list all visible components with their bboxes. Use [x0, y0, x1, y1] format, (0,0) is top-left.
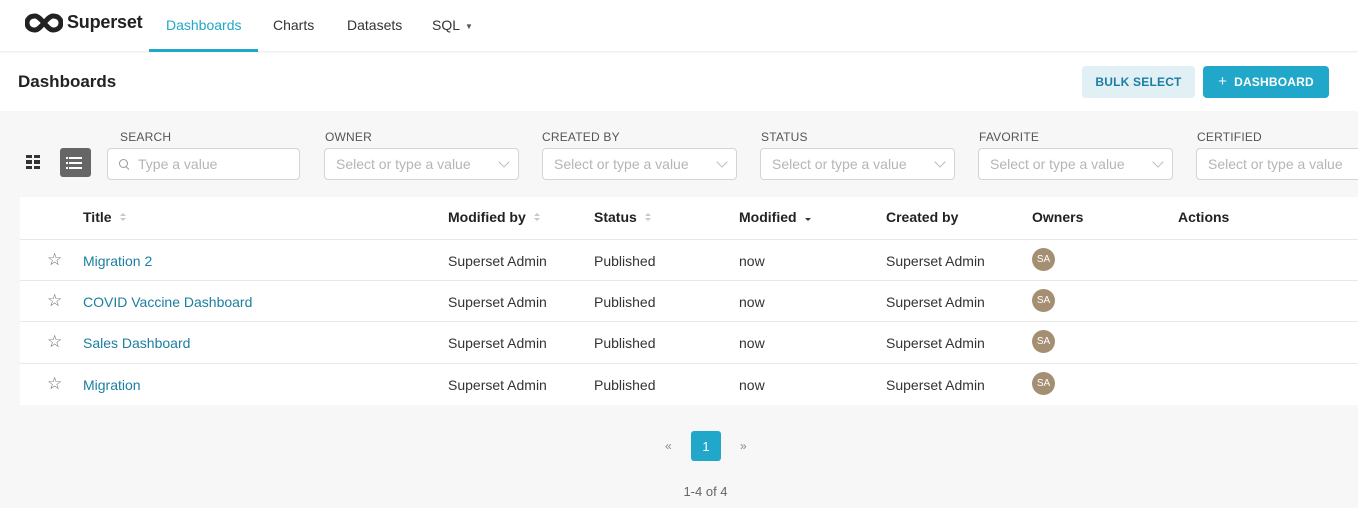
modified-by-cell: Superset Admin [448, 335, 547, 351]
col-actions: Actions [1178, 209, 1229, 225]
favorite-select[interactable]: Select or type a value [978, 148, 1173, 180]
favorite-star-icon[interactable]: ☆ [47, 251, 62, 268]
certified-placeholder: Select or type a value [1208, 156, 1343, 172]
favorite-filter-label: FAVORITE [979, 130, 1040, 144]
nav-datasets[interactable]: Datasets [347, 17, 402, 33]
created-by-filter-label: CREATED BY [542, 130, 620, 144]
caret-down-icon: ▼ [465, 21, 473, 31]
nav-charts[interactable]: Charts [273, 17, 314, 33]
status-cell: Published [594, 377, 656, 393]
chevron-down-icon [1152, 156, 1164, 168]
sort-icon [533, 212, 540, 222]
status-cell: Published [594, 253, 656, 269]
page-title: Dashboards [18, 72, 117, 91]
pagination-prev[interactable]: « [665, 439, 672, 453]
table-row: ☆ COVID Vaccine Dashboard Superset Admin… [20, 280, 1358, 321]
col-created-by: Created by [886, 209, 958, 225]
modified-cell: now [739, 377, 765, 393]
chevron-down-icon [716, 156, 728, 168]
favorite-placeholder: Select or type a value [990, 156, 1125, 172]
owner-avatar[interactable]: SA [1032, 248, 1055, 271]
status-cell: Published [594, 335, 656, 351]
sort-desc-icon [804, 212, 811, 222]
table-row: ☆ Sales Dashboard Superset Admin Publish… [20, 321, 1358, 362]
created-by-cell: Superset Admin [886, 253, 985, 269]
superset-logo-icon [25, 12, 63, 33]
dashboard-title-link[interactable]: Migration [83, 377, 141, 393]
status-cell: Published [594, 294, 656, 310]
col-modified[interactable]: Modified [739, 209, 811, 225]
created-by-cell: Superset Admin [886, 377, 985, 393]
search-placeholder: Type a value [138, 156, 218, 172]
nav-sql-label: SQL [432, 17, 461, 33]
top-navbar: Superset Dashboards Charts Datasets SQL ▼ [0, 0, 1358, 52]
col-created-by-label: Created by [886, 209, 959, 225]
favorite-star-icon[interactable]: ☆ [47, 375, 62, 392]
plus-icon: + [1218, 72, 1228, 90]
owner-avatar[interactable]: SA [1032, 330, 1055, 353]
created-by-cell: Superset Admin [886, 294, 985, 310]
table-row: ☆ Migration Superset Admin Published now… [20, 363, 1358, 404]
superset-logo[interactable]: Superset [25, 12, 143, 33]
chevron-down-icon [498, 156, 510, 168]
modified-by-cell: Superset Admin [448, 253, 547, 269]
table-row: ☆ Migration 2 Superset Admin Published n… [20, 239, 1358, 280]
modified-by-cell: Superset Admin [448, 377, 547, 393]
col-owners: Owners [1032, 209, 1083, 225]
status-select[interactable]: Select or type a value [760, 148, 955, 180]
col-status[interactable]: Status [594, 209, 651, 225]
modified-cell: now [739, 335, 765, 351]
dashboard-title-link[interactable]: Migration 2 [83, 253, 152, 269]
owner-avatar[interactable]: SA [1032, 289, 1055, 312]
owner-select[interactable]: Select or type a value [324, 148, 519, 180]
sort-icon [644, 212, 651, 222]
search-icon [119, 158, 130, 170]
card-view-icon[interactable] [26, 155, 40, 169]
brand-name: Superset [67, 12, 143, 32]
certified-select[interactable]: Select or type a value [1196, 148, 1358, 180]
owner-placeholder: Select or type a value [336, 156, 471, 172]
nav-dashboards[interactable]: Dashboards [166, 17, 242, 33]
col-actions-label: Actions [1178, 209, 1230, 225]
status-filter-label: STATUS [761, 130, 808, 144]
created-by-placeholder: Select or type a value [554, 156, 689, 172]
dashboard-title-link[interactable]: Sales Dashboard [83, 335, 190, 351]
created-by-select[interactable]: Select or type a value [542, 148, 737, 180]
col-modified-label: Modified [739, 209, 797, 225]
dashboard-title-link[interactable]: COVID Vaccine Dashboard [83, 294, 252, 310]
col-modified-by-label: Modified by [448, 209, 526, 225]
col-status-label: Status [594, 209, 637, 225]
col-modified-by[interactable]: Modified by [448, 209, 540, 225]
dashboards-table: Title Modified by Status Modified Create… [20, 197, 1358, 405]
pagination-next[interactable]: » [740, 439, 747, 453]
modified-by-cell: Superset Admin [448, 294, 547, 310]
sort-icon [119, 212, 126, 222]
add-dashboard-label: DASHBOARD [1234, 75, 1314, 89]
certified-filter-label: CERTIFIED [1197, 130, 1262, 144]
owner-filter-label: OWNER [325, 130, 372, 144]
col-title-label: Title [83, 209, 112, 225]
col-owners-label: Owners [1032, 209, 1084, 225]
search-filter-label: SEARCH [120, 130, 172, 144]
created-by-cell: Superset Admin [886, 335, 985, 351]
owner-avatar[interactable]: SA [1032, 372, 1055, 395]
col-title[interactable]: Title [83, 209, 126, 225]
status-placeholder: Select or type a value [772, 156, 907, 172]
chevron-down-icon [934, 156, 946, 168]
pagination-page-current[interactable]: 1 [691, 431, 721, 461]
list-view-icon[interactable] [60, 148, 91, 177]
modified-cell: now [739, 294, 765, 310]
pagination-count: 1-4 of 4 [683, 484, 728, 499]
favorite-star-icon[interactable]: ☆ [47, 292, 62, 309]
bulk-select-button[interactable]: BULK SELECT [1082, 66, 1195, 98]
add-dashboard-button[interactable]: + DASHBOARD [1203, 66, 1329, 98]
search-input[interactable]: Type a value [107, 148, 300, 180]
page-header: Dashboards BULK SELECT + DASHBOARD [0, 53, 1358, 111]
nav-sql[interactable]: SQL ▼ [432, 17, 473, 33]
favorite-star-icon[interactable]: ☆ [47, 333, 62, 350]
modified-cell: now [739, 253, 765, 269]
